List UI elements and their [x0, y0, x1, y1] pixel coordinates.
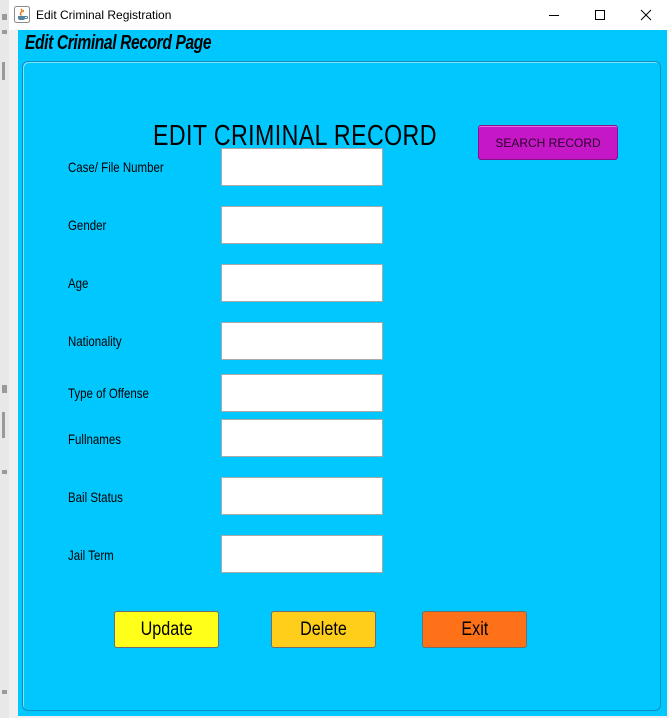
search-record-button[interactable]: SEARCH RECORD [478, 125, 618, 160]
desktop-mark [2, 30, 7, 34]
exit-button-label: Exit [461, 618, 488, 640]
type-of-offense-label: Type of Offense [68, 385, 149, 401]
age-label: Age [68, 275, 89, 291]
java-cup-icon [14, 6, 30, 23]
minimize-icon [549, 15, 559, 16]
nationality-label: Nationality [68, 333, 122, 349]
close-icon [640, 9, 652, 21]
exit-button[interactable]: Exit [422, 611, 527, 648]
nationality-input[interactable] [221, 322, 383, 360]
desktop-mark [2, 385, 7, 393]
window-title: Edit Criminal Registration [36, 8, 172, 22]
desktop-mark [2, 690, 7, 694]
fullnames-label: Fullnames [68, 431, 121, 447]
bail-status-label: Bail Status [68, 489, 123, 505]
delete-button-label: Delete [300, 618, 347, 640]
gender-input[interactable] [221, 206, 383, 244]
jail-term-input[interactable] [221, 535, 383, 573]
gender-label: Gender [68, 217, 107, 233]
delete-button[interactable]: Delete [271, 611, 376, 648]
page-header-label: Edit Criminal Record Page [25, 32, 212, 54]
desktop-mark [2, 470, 7, 474]
title-bar[interactable]: Edit Criminal Registration [9, 0, 669, 30]
case-file-number-label: Case/ File Number [68, 159, 164, 175]
desktop-mark [2, 412, 5, 438]
maximize-button[interactable] [577, 0, 623, 30]
age-input[interactable] [221, 264, 383, 302]
maximize-icon [595, 10, 605, 20]
app-window: Edit Criminal Registration Edit Criminal… [9, 0, 669, 718]
client-area: Edit Criminal Record Page EDIT CRIMINAL … [18, 30, 667, 716]
close-button[interactable] [623, 0, 669, 30]
jail-term-label: Jail Term [68, 547, 114, 563]
bail-status-input[interactable] [221, 477, 383, 515]
minimize-button[interactable] [531, 0, 577, 30]
update-button[interactable]: Update [114, 611, 219, 648]
desktop-mark [2, 14, 7, 20]
case-file-number-input[interactable] [221, 148, 383, 186]
desktop-mark [2, 62, 5, 80]
type-of-offense-input[interactable] [221, 374, 383, 412]
fullnames-input[interactable] [221, 419, 383, 457]
update-button-label: Update [140, 618, 193, 640]
